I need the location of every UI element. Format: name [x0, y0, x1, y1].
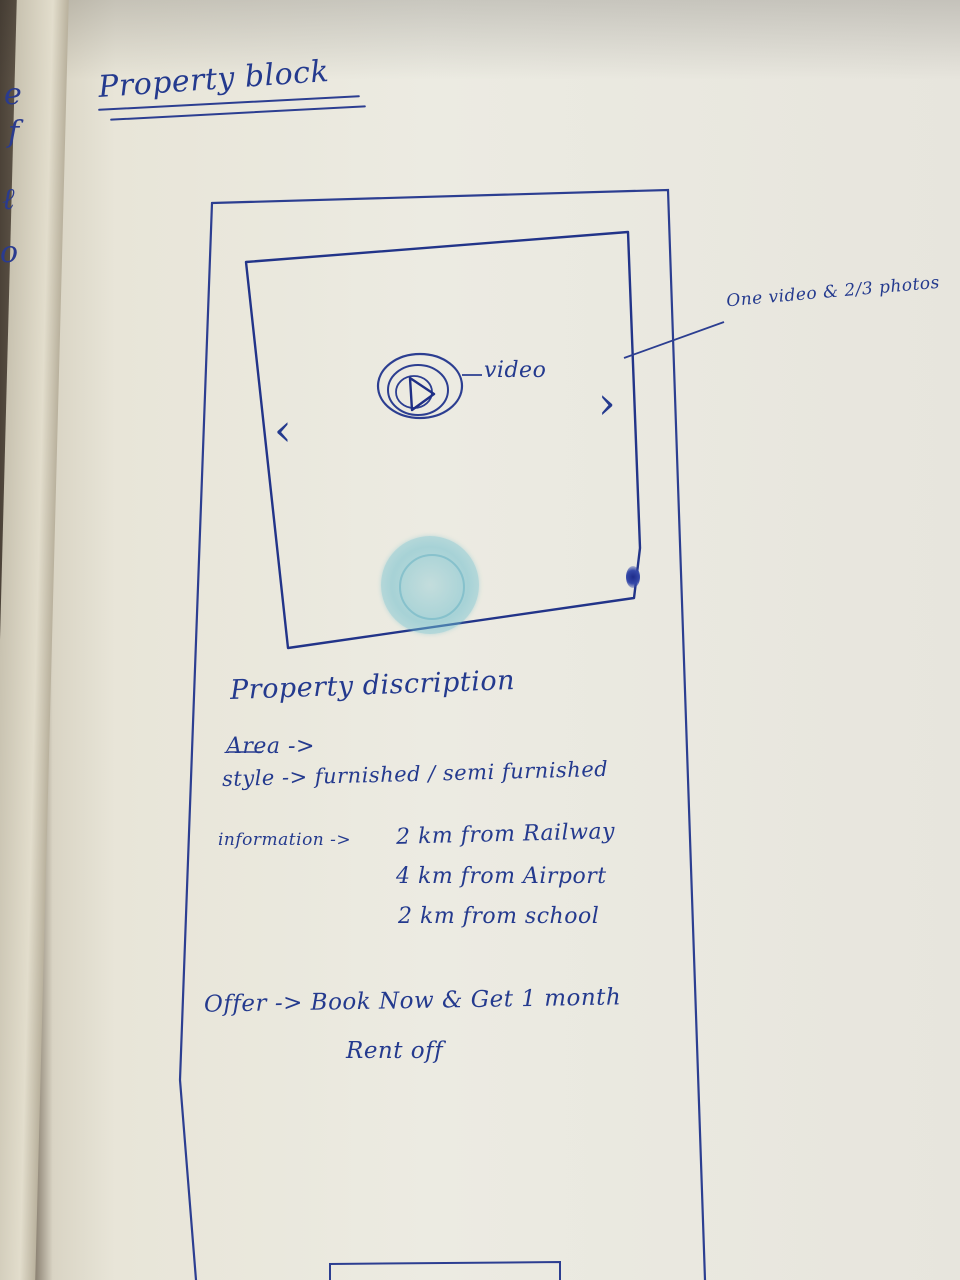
info-label: information ->: [218, 830, 352, 850]
notebook-photo: e f ℓ o Property block ‹ › video One vid…: [0, 0, 960, 1280]
next-arrow-icon[interactable]: ›: [598, 378, 616, 429]
offer-line-continued: Rent off: [346, 1038, 444, 1064]
info-line: 2 km from school: [398, 904, 600, 929]
wireframe-sketch: [178, 188, 725, 1280]
play-icon: [408, 376, 436, 412]
prev-arrow-icon[interactable]: ‹: [274, 405, 292, 456]
info-line: 4 km from Airport: [396, 864, 607, 889]
phone-frame-left: [178, 201, 214, 1280]
video-label: video: [484, 358, 547, 383]
ink-blot: [626, 566, 640, 588]
stamp-ring: [399, 554, 465, 620]
area-line: Area ->: [226, 734, 315, 759]
bottom-button-outline: [329, 1260, 561, 1280]
watermark-stamp: [381, 536, 479, 634]
